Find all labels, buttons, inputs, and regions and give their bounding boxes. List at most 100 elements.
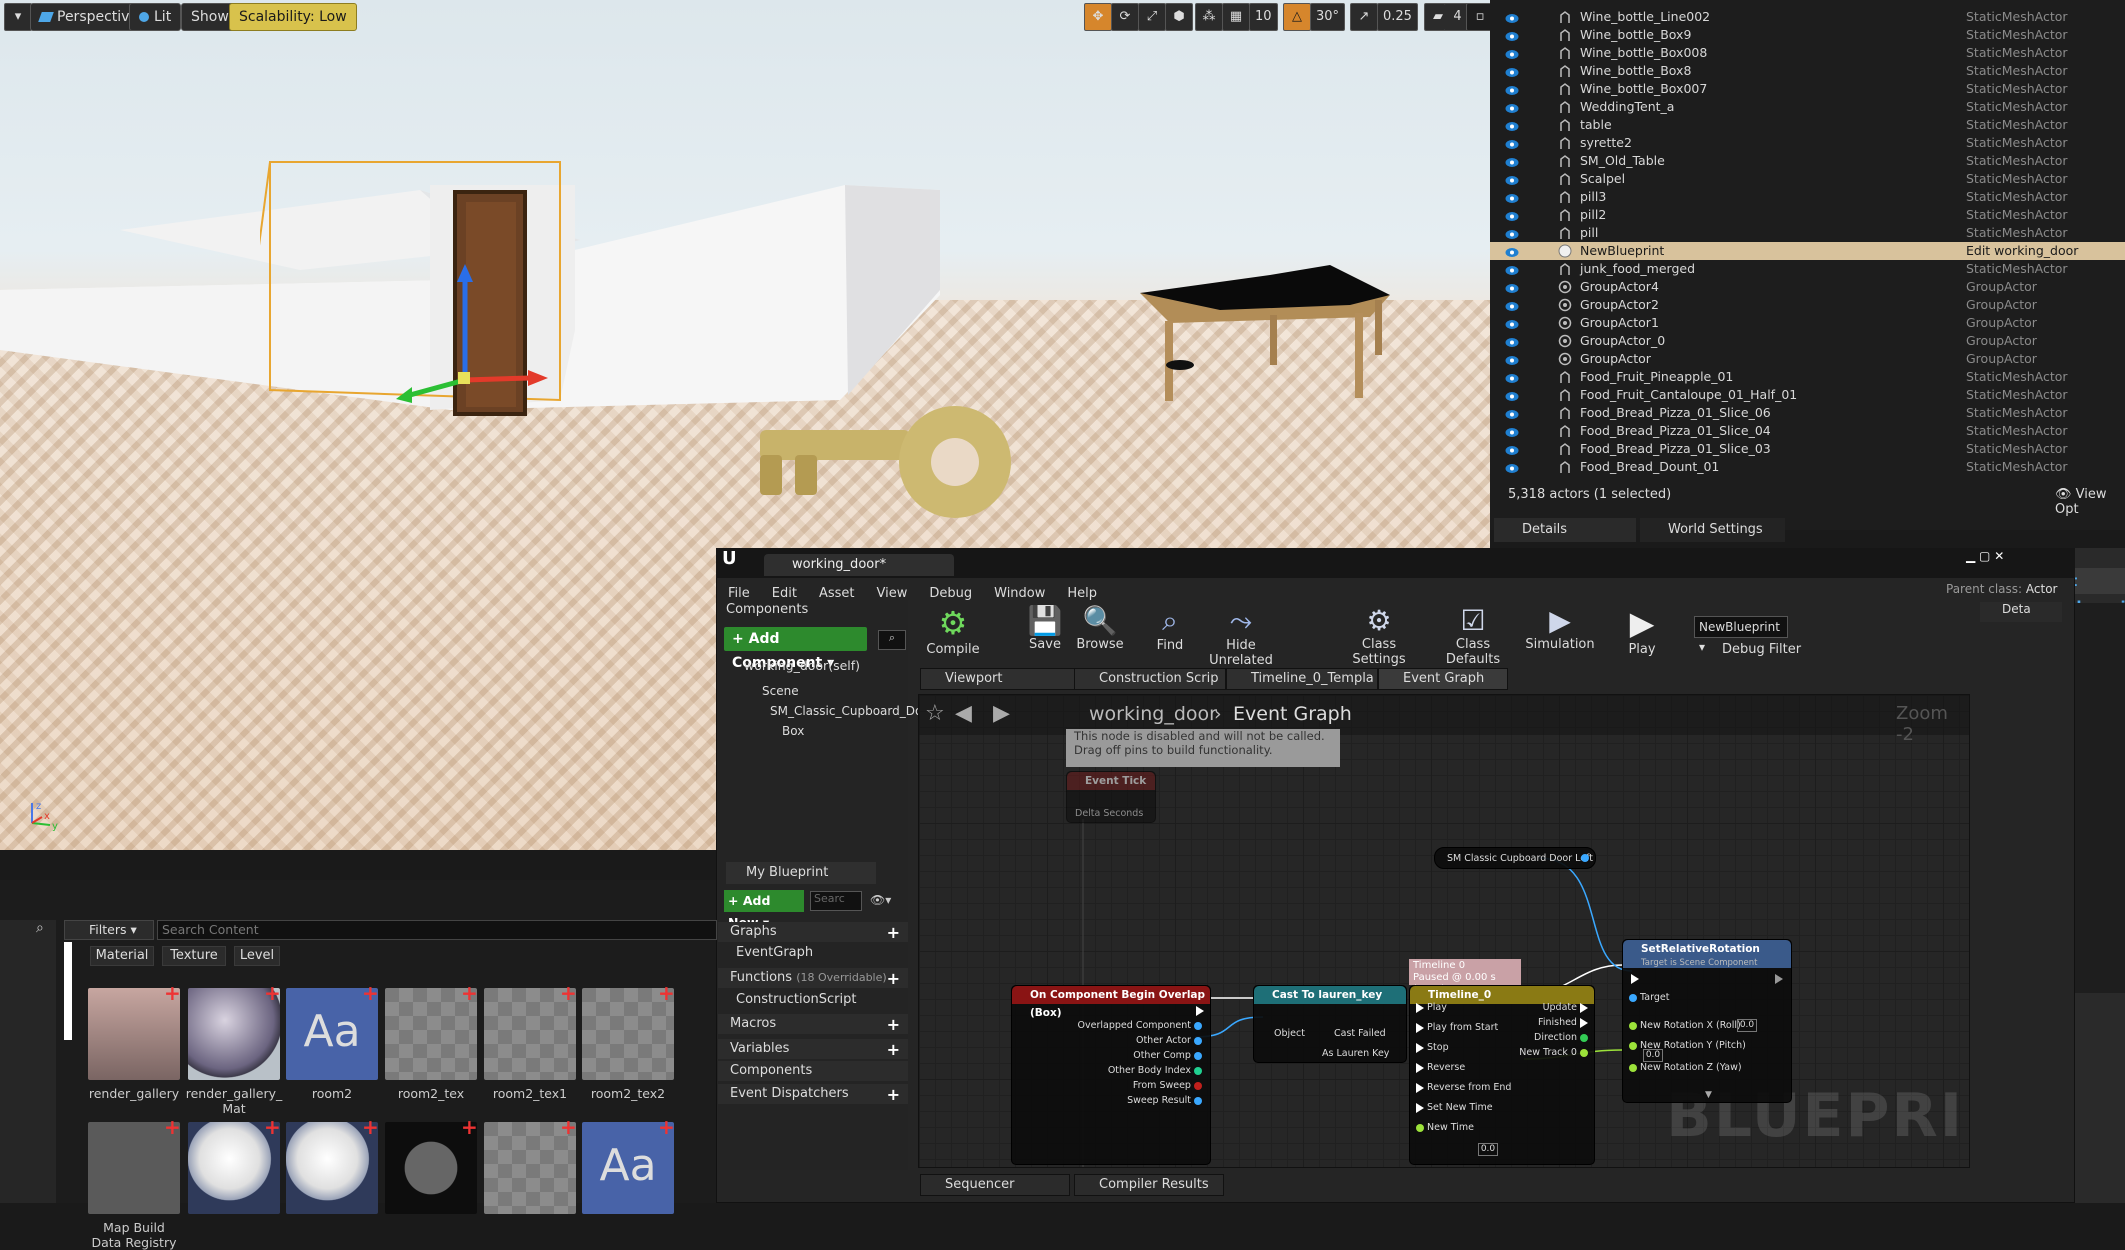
exec-out-pin[interactable]	[1775, 974, 1783, 985]
actor-type[interactable]: Edit working_door	[1966, 242, 2078, 260]
outliner-row[interactable]: Food_Fruit_Pineapple_01 StaticMeshActor	[1490, 368, 2125, 386]
outliner-row[interactable]: junk_food_merged StaticMeshActor	[1490, 260, 2125, 278]
timeline-input-pin[interactable]: Set New Time	[1416, 1102, 1493, 1113]
scale-snap-value[interactable]: 0.25	[1377, 3, 1418, 31]
door-actor[interactable]	[260, 150, 680, 420]
find-button[interactable]: ⌕ Find	[1140, 604, 1200, 664]
outliner-row[interactable]: Food_Bread_Dount_01 StaticMeshActor	[1490, 458, 2125, 476]
tab-details[interactable]: Details	[1494, 518, 1636, 542]
scale-snap-icon[interactable]: ↗	[1350, 3, 1378, 31]
class-defaults-button[interactable]: ☑ Class Defaults	[1428, 604, 1518, 667]
outliner-row[interactable]: WeddingTent_a StaticMeshActor	[1490, 98, 2125, 116]
roll-value[interactable]: 0.0	[1737, 1019, 1757, 1032]
debug-object-select[interactable]: NewBlueprint ▾	[1694, 616, 1788, 654]
set-rotation-input-pin[interactable]: Target	[1629, 992, 1669, 1003]
overlap-output-pin[interactable]: Other Body Index	[1108, 1065, 1202, 1076]
viewport-options-button[interactable]: ▾	[4, 3, 32, 31]
angle-snap-value[interactable]: 30°	[1310, 3, 1346, 31]
event-tick-node[interactable]: Event Tick Delta Seconds	[1066, 771, 1156, 823]
tab-viewport[interactable]: Viewport	[920, 668, 1090, 690]
rotate-icon[interactable]: ⟳	[1111, 3, 1139, 31]
tab-world-settings[interactable]: World Settings	[1640, 518, 1785, 542]
visibility-eye-icon[interactable]	[1505, 245, 1519, 257]
timeline-input-pin[interactable]: Reverse	[1416, 1062, 1465, 1073]
output-pin[interactable]	[1581, 854, 1589, 862]
exec-out-pin[interactable]	[1196, 1006, 1204, 1017]
add-dispatcher-icon[interactable]: +	[887, 1085, 900, 1105]
outliner-row[interactable]: Wine_bottle_Box9 StaticMeshActor	[1490, 26, 2125, 44]
overlap-output-pin[interactable]: Other Actor	[1136, 1035, 1202, 1046]
event-graph-item[interactable]: EventGraph	[736, 945, 813, 960]
angle-snap-icon[interactable]: △	[1283, 3, 1311, 31]
visibility-eye-icon[interactable]	[1505, 29, 1519, 41]
visibility-eye-icon[interactable]	[1505, 425, 1519, 437]
construction-script-item[interactable]: ConstructionScript	[736, 992, 856, 1007]
visibility-eye-icon[interactable]	[1505, 101, 1519, 113]
outliner-row[interactable]: pill3 StaticMeshActor	[1490, 188, 2125, 206]
tab-sequencer[interactable]: Sequencer	[920, 1174, 1070, 1196]
lit-button[interactable]: Lit	[129, 3, 182, 31]
menu-item[interactable]: Debug	[929, 586, 972, 601]
visibility-eye-icon[interactable]	[1505, 65, 1519, 77]
timeline-input-pin[interactable]: Reverse from End	[1416, 1082, 1511, 1093]
outliner-row[interactable]: table StaticMeshActor	[1490, 116, 2125, 134]
new-time-value[interactable]: 0.0	[1478, 1143, 1498, 1156]
set-rotation-input-pin[interactable]: New Rotation X (Roll)	[1629, 1020, 1741, 1031]
visibility-eye-icon[interactable]	[1505, 371, 1519, 383]
visibility-eye-icon[interactable]	[1505, 353, 1519, 365]
compile-button[interactable]: ⚙ Compile	[920, 604, 986, 664]
save-button[interactable]: 💾 Save	[1020, 604, 1070, 664]
hide-unrelated-button[interactable]: ⤳ Hide Unrelated	[1196, 604, 1286, 668]
outliner-row[interactable]: NewBlueprint Edit working_door	[1490, 242, 2125, 260]
class-settings-button[interactable]: ⚙ Class Settings	[1334, 604, 1424, 667]
translate-icon[interactable]: ✥	[1084, 3, 1112, 31]
world-local-icon[interactable]: ⬢	[1165, 3, 1193, 31]
outliner-row[interactable]: Wine_bottle_Box008 StaticMeshActor	[1490, 44, 2125, 62]
section-macros[interactable]: Macros +	[718, 1014, 908, 1034]
menu-item[interactable]: Asset	[819, 586, 855, 601]
visibility-eye-icon[interactable]	[1505, 119, 1519, 131]
tab-construction-script[interactable]: Construction Scrip	[1074, 668, 1226, 690]
outliner-row[interactable]: Food_Bread_Pizza_01_Slice_06 StaticMeshAc…	[1490, 404, 2125, 422]
outliner-row[interactable]: GroupActor GroupActor	[1490, 350, 2125, 368]
set-relative-rotation-node[interactable]: SetRelativeRotation Target is Scene Compo…	[1622, 939, 1792, 1103]
menu-item[interactable]: View	[877, 586, 908, 601]
section-variables[interactable]: Variables +	[718, 1039, 908, 1059]
menu-item[interactable]: Help	[1067, 586, 1097, 601]
outliner-row[interactable]: syrette2 StaticMeshActor	[1490, 134, 2125, 152]
visibility-eye-icon[interactable]	[1505, 137, 1519, 149]
view-options-button[interactable]: 👁 View Opt	[2055, 487, 2125, 517]
add-function-icon[interactable]: +	[887, 969, 900, 989]
maximize-viewport-icon[interactable]: ▫	[1466, 3, 1490, 31]
visibility-eye-icon[interactable]	[1505, 335, 1519, 347]
timeline-output-pin[interactable]: New Track 0	[1519, 1047, 1588, 1058]
section-functions[interactable]: Functions (18 Overridable) +	[718, 968, 908, 988]
outliner-row[interactable]: pill StaticMeshActor	[1490, 224, 2125, 242]
tree-scene[interactable]: Scene	[762, 684, 799, 698]
expand-arrow-icon[interactable]: ▼	[1705, 1090, 1712, 1100]
tab-event-graph[interactable]: Event Graph	[1378, 668, 1508, 690]
event-graph-canvas[interactable]: ☆ ◀ ▶ working_door › Event Graph Zoom -2…	[918, 694, 1970, 1168]
visibility-eye-icon[interactable]	[1505, 47, 1519, 59]
add-component-button[interactable]: + Add Component ▾	[724, 627, 867, 671]
timeline-input-pin[interactable]: Stop	[1416, 1042, 1449, 1053]
my-blueprint-tab[interactable]: My Blueprint	[726, 862, 876, 884]
timeline-output-pin[interactable]: Finished	[1538, 1017, 1588, 1028]
outliner-row[interactable]: Food_Bread_Pizza_01_Slice_04 StaticMeshAc…	[1490, 422, 2125, 440]
tab-timeline[interactable]: Timeline_0_Templa	[1226, 668, 1378, 690]
blueprint-menubar[interactable]: File Edit Asset View Debug Window Help	[728, 582, 1119, 601]
menu-item[interactable]: File	[728, 586, 750, 601]
outliner-row[interactable]: Wine_bottle_Box8 StaticMeshActor	[1490, 62, 2125, 80]
play-button[interactable]: ▶ Play	[1612, 604, 1672, 664]
overlap-output-pin[interactable]: From Sweep	[1133, 1080, 1202, 1091]
outliner-row[interactable]: GroupActor4 GroupActor	[1490, 278, 2125, 296]
outliner-row[interactable]: GroupActor1 GroupActor	[1490, 314, 2125, 332]
visibility-eye-icon[interactable]	[1505, 263, 1519, 275]
set-rotation-input-pin[interactable]: New Rotation Z (Yaw)	[1629, 1062, 1742, 1073]
visibility-eye-icon[interactable]	[1505, 11, 1519, 23]
section-graphs[interactable]: Graphs +	[718, 922, 908, 942]
overlap-output-pin[interactable]: Sweep Result	[1127, 1095, 1202, 1106]
visibility-eye-icon[interactable]	[1505, 227, 1519, 239]
timeline-input-pin[interactable]: New Time	[1416, 1122, 1474, 1133]
visibility-eye-icon[interactable]	[1505, 191, 1519, 203]
